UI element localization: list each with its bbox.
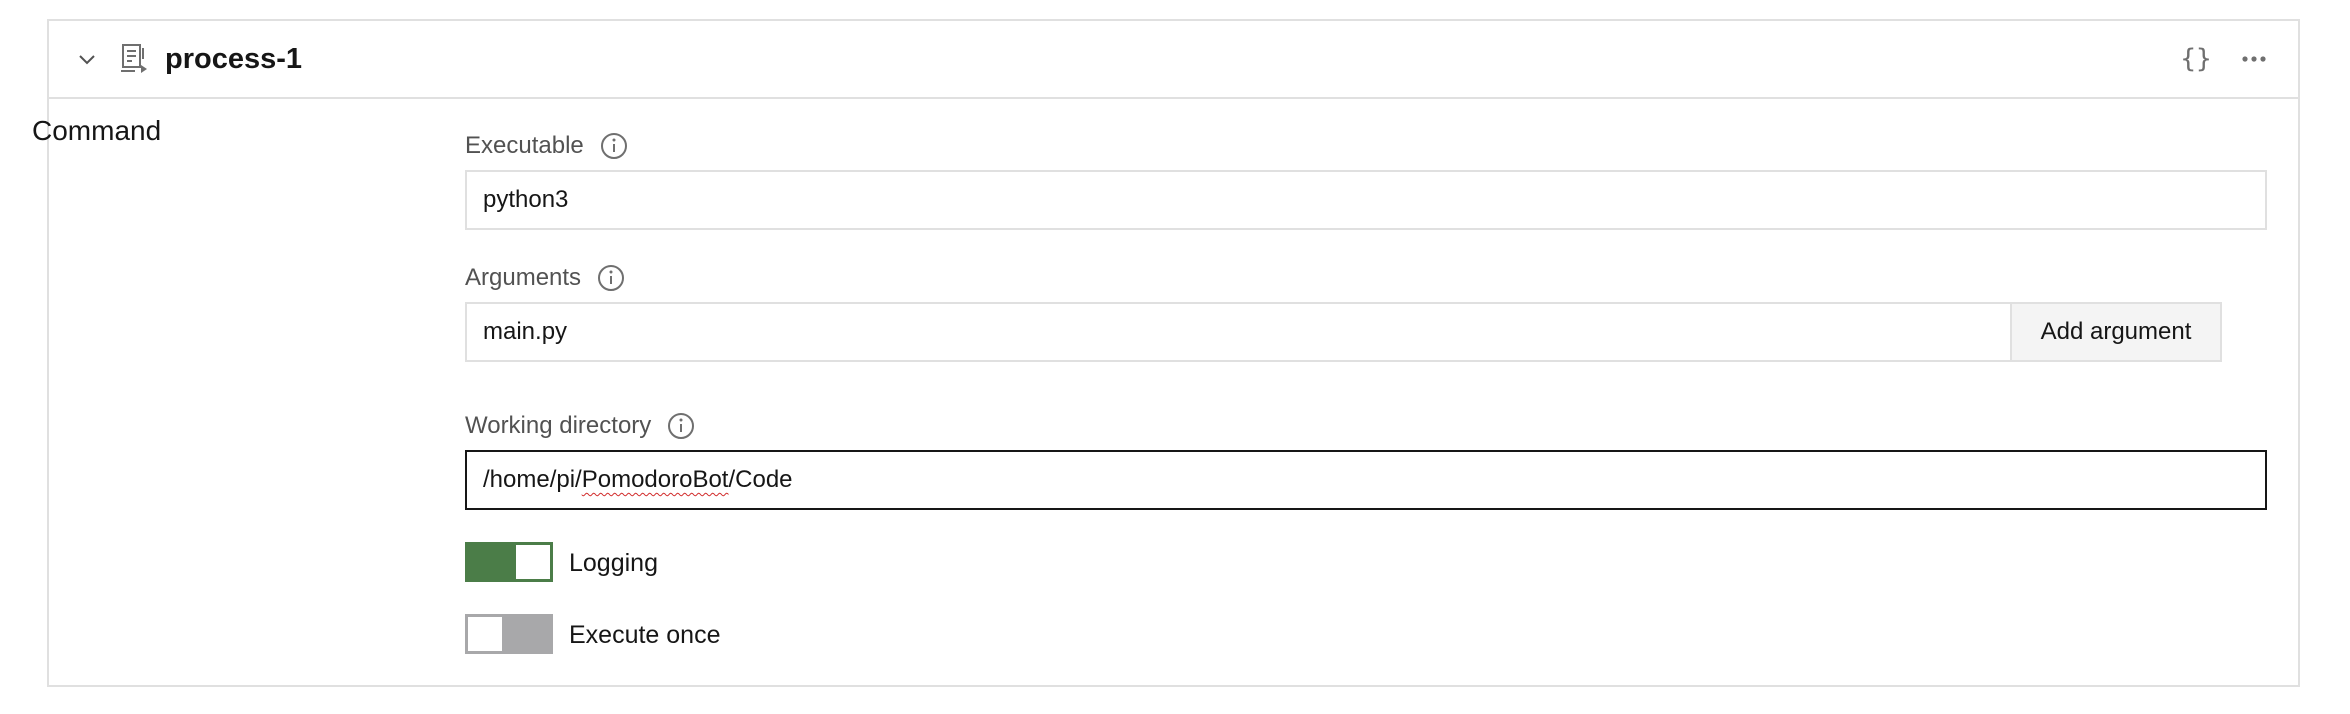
info-icon[interactable] [667,412,695,440]
process-header[interactable]: process-1 {} [49,21,2298,99]
info-icon[interactable] [597,264,625,292]
process-title: process-1 [165,43,303,75]
json-view-button[interactable]: {} [2176,39,2216,79]
logging-toggle[interactable] [465,542,553,582]
add-argument-button[interactable]: Add argument [2010,302,2222,362]
executable-label: Executable [465,132,584,159]
overflow-menu-button[interactable] [2232,39,2276,79]
executable-input[interactable] [465,170,2267,230]
chevron-down-icon[interactable] [75,47,99,71]
toggle-knob [516,545,550,579]
argument-input[interactable] [465,302,2042,362]
execute-once-label: Execute once [569,621,721,649]
arguments-label: Arguments [465,264,582,291]
arguments-label-row: Arguments [465,263,625,293]
working-directory-suffix: /Code [728,466,793,493]
logging-label: Logging [569,549,658,577]
working-directory-input[interactable]: /home/pi/PomodoroBot/Code [465,450,2267,510]
working-directory-label-row: Working directory [465,411,695,441]
working-directory-prefix: /home/pi/ [483,466,582,493]
command-section-label: Command [32,115,162,146]
executable-label-row: Executable [465,131,628,161]
process-file-icon [121,44,147,73]
toggle-knob [468,617,502,651]
execute-once-toggle[interactable] [465,614,553,654]
working-directory-label: Working directory [465,412,652,439]
overflow-menu-icon [2242,56,2266,62]
working-directory-misspelled-segment: PomodoroBot [581,466,729,493]
info-icon[interactable] [600,132,628,160]
